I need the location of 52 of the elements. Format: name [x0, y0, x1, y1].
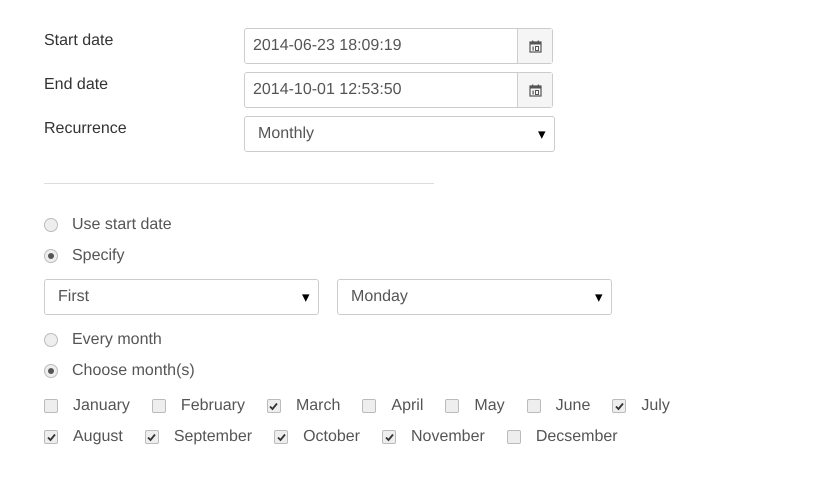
- checkbox[interactable]: [274, 430, 288, 444]
- calendar-button[interactable]: [517, 29, 552, 63]
- checkbox[interactable]: [266, 399, 281, 413]
- checkbox-label: October: [303, 428, 360, 446]
- checkbox-label: August: [73, 428, 123, 446]
- checkbox-label: November: [411, 428, 485, 446]
- radio-label: Use start date: [72, 216, 172, 234]
- radio-label: Every month: [72, 331, 162, 349]
- radio-label: Choose month(s): [72, 362, 195, 380]
- checkbox[interactable]: [445, 399, 460, 413]
- checkbox-label: March: [296, 397, 340, 415]
- dropdown-value: Monthly: [258, 125, 314, 143]
- checkbox-label: Decsember: [536, 428, 618, 446]
- caret-icon: ▾: [302, 288, 310, 306]
- radio-label: Specify: [72, 247, 124, 265]
- checkbox[interactable]: [526, 399, 541, 413]
- field-label: Start date: [44, 31, 114, 50]
- caret-icon: ▾: [595, 288, 603, 306]
- checkbox[interactable]: [382, 430, 396, 444]
- calendar-button[interactable]: [517, 73, 552, 107]
- dropdown[interactable]: Monday ▾: [337, 279, 612, 315]
- radio-button[interactable]: [44, 249, 58, 263]
- calendar-icon: [528, 40, 542, 52]
- checkbox[interactable]: [362, 399, 376, 413]
- radio-button[interactable]: [44, 364, 58, 378]
- radio-button[interactable]: [44, 333, 58, 347]
- date-value: 2014-06-23 18:09:19: [252, 36, 403, 56]
- checkbox-label: September: [174, 428, 252, 446]
- dropdown-value: Monday: [351, 288, 408, 306]
- checkbox[interactable]: [152, 399, 166, 413]
- checkbox-label: June: [556, 397, 590, 415]
- radio-button[interactable]: [44, 218, 58, 232]
- dropdown[interactable]: First ▾: [44, 279, 319, 315]
- checkbox-label: April: [391, 397, 424, 415]
- checkbox-label: May: [474, 397, 505, 415]
- caret-icon: ▾: [538, 125, 546, 143]
- date-value: 2014-10-01 12:53:50: [252, 80, 403, 100]
- date-field[interactable]: 2014-06-23 18:09:19: [244, 28, 553, 64]
- field-label: Recurrence: [44, 119, 128, 138]
- recurrence-dropdown[interactable]: Monthly ▾: [244, 116, 555, 152]
- checkbox-label: January: [73, 397, 130, 415]
- checkbox-label: July: [641, 397, 670, 415]
- field-label: End date: [44, 75, 110, 94]
- checkbox[interactable]: [612, 399, 626, 413]
- checkbox[interactable]: [506, 430, 521, 444]
- checkbox[interactable]: [44, 399, 58, 413]
- checkbox-label: February: [180, 397, 245, 415]
- checkbox[interactable]: [44, 430, 58, 444]
- calendar-icon: [528, 84, 542, 96]
- dropdown-value: First: [58, 288, 90, 306]
- checkbox[interactable]: [144, 430, 159, 444]
- date-field[interactable]: 2014-10-01 12:53:50: [244, 72, 553, 108]
